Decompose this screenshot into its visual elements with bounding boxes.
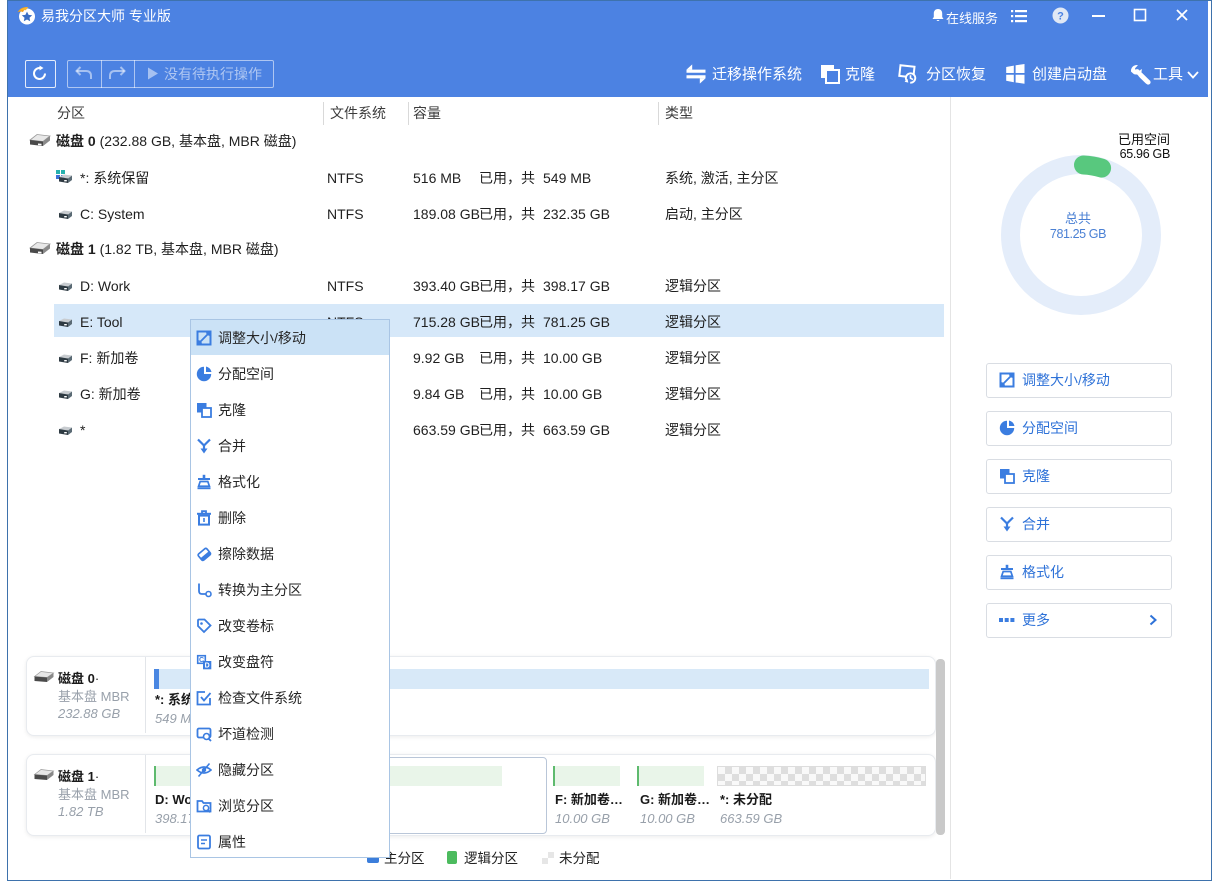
svg-text:?: ? — [1057, 11, 1064, 23]
svg-text:D: D — [205, 663, 210, 670]
